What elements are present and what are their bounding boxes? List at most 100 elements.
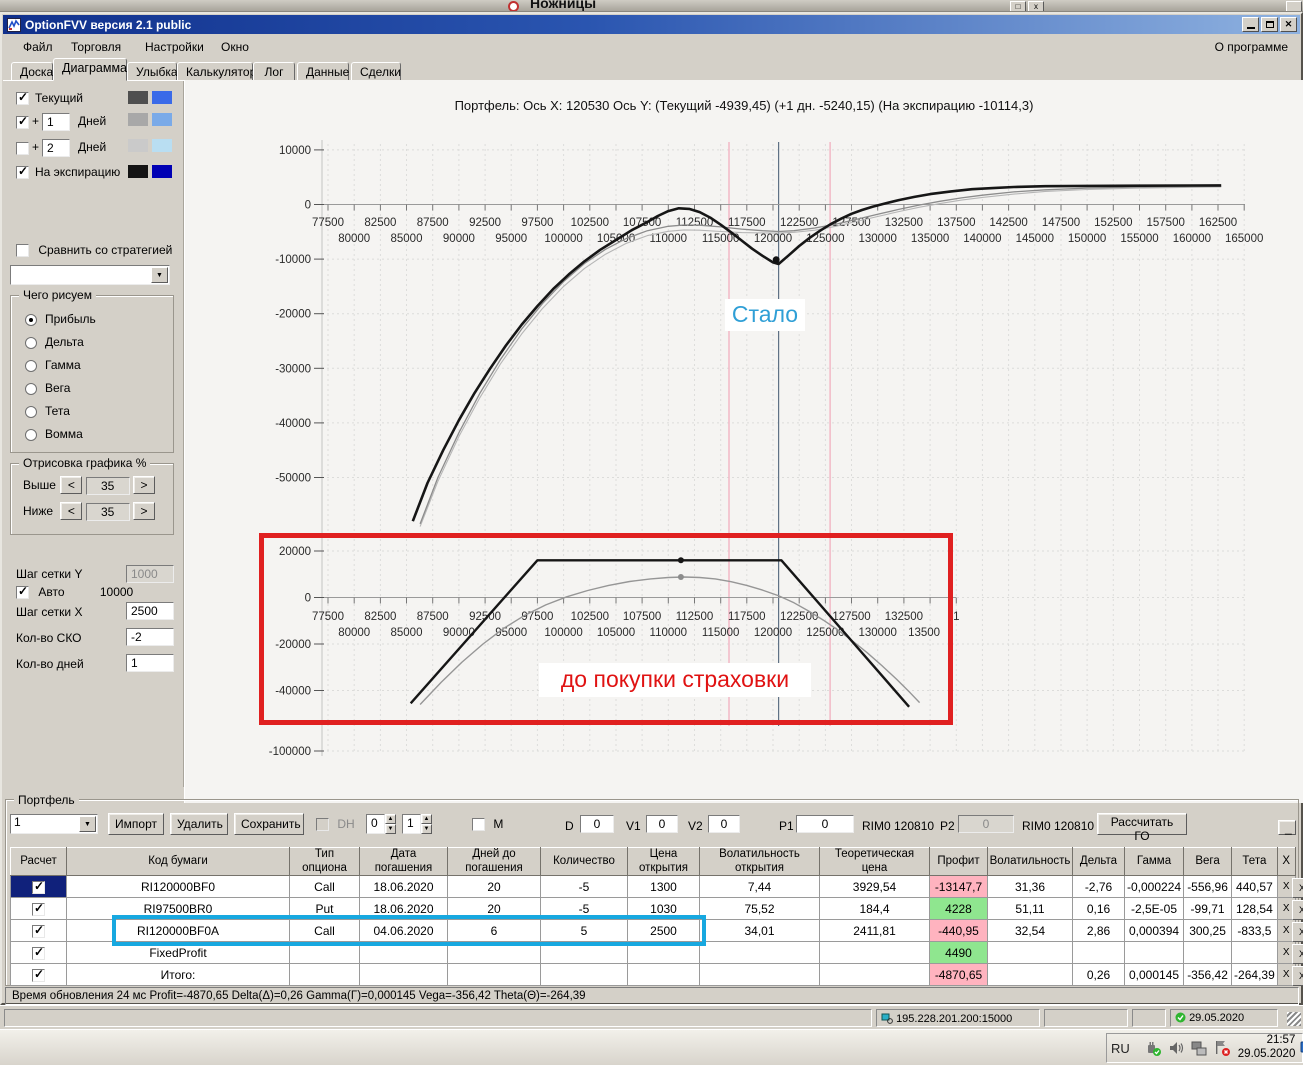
series-checkbox-3[interactable]: ✓ [16,164,29,180]
p2-field[interactable]: 0 [958,815,1014,833]
menu-about[interactable]: О программе [1215,40,1288,54]
render-0-decrease-button[interactable]: < [60,476,83,494]
col-header-1[interactable]: Код бумаги [66,847,290,876]
maximize-button[interactable] [1261,17,1278,32]
render-0-increase-button[interactable]: > [133,476,156,494]
tab-Улыбка[interactable]: Улыбка [127,62,178,81]
menu-item-2[interactable]: Настройки [139,38,210,56]
days-shift-field-1[interactable]: 1 [42,113,71,131]
portfolio-preset-dropdown[interactable]: 1 ▼ [10,814,98,834]
flag-icon[interactable] [1213,1039,1231,1057]
col-header-0[interactable]: Расчет [10,847,67,876]
tab-Данные[interactable]: Данные [297,62,349,81]
render-1-increase-button[interactable]: > [133,502,156,520]
small-minimize-button[interactable]: _ [1278,820,1296,835]
render-1-value[interactable]: 35 [85,502,130,521]
col-header-9[interactable]: Профит [929,847,988,876]
draw-option-Тета[interactable]: Тета [25,404,70,418]
edge-x-button[interactable]: X [1292,878,1303,898]
spin-2-up-icon[interactable]: ▲ [421,814,432,824]
language-indicator[interactable]: RU [1111,1041,1130,1056]
col-header-4[interactable]: Дней до погашения [447,847,541,876]
spin-1-field[interactable]: 0 [366,814,385,834]
grid-y-field[interactable]: 1000 [126,565,174,583]
menu-item-1[interactable]: Торговля [65,38,127,56]
table-row[interactable]: ✓ RI97500BR0 Put 18.06.2020 20 -5 1030 75,52 184… [10,897,1296,920]
save-button[interactable]: Сохранить [234,813,304,835]
series-checkbox-1[interactable]: ✓ [16,114,29,129]
speaker-icon[interactable] [1167,1039,1185,1057]
edge-x-button[interactable]: X [1292,944,1303,964]
spin-2-down-icon[interactable]: ▼ [421,824,432,834]
table-row[interactable]: ✓ Итого: -4870,65 0,26 0,000145 -356,42 -264,3… [10,963,1296,986]
col-header-10[interactable]: Волатильность [987,847,1073,876]
series-checkbox-0[interactable]: ✓ [16,90,29,106]
draw-option-Вомма[interactable]: Вомма [25,427,83,441]
edge-x-button[interactable]: X [1292,900,1303,920]
auto-checkbox[interactable]: ✓ [16,584,29,600]
col-header-3[interactable]: Дата погашения [359,847,448,876]
dh-checkbox[interactable] [316,818,329,832]
days-count-field[interactable]: 1 [126,654,174,672]
col-header-11[interactable]: Дельта [1072,847,1125,876]
tab-Доска[interactable]: Доска [11,62,53,81]
network-icon[interactable] [1190,1039,1208,1057]
table-row[interactable]: ✓ RI120000BF0 Call 18.06.2020 20 -5 1300 7,44 39… [10,875,1296,898]
grid-x-field[interactable]: 2500 [126,602,174,620]
series-checkbox-2[interactable] [16,141,29,155]
bg-maximize-button[interactable]: □ [1010,1,1026,11]
spin-1-down-icon[interactable]: ▼ [385,824,396,834]
d-field[interactable]: 0 [580,815,614,833]
col-header-14[interactable]: Тета [1231,847,1278,876]
row-calc-checkbox[interactable]: ✓ [32,879,45,894]
titlebar[interactable]: OptionFVV версия 2.1 public ✕ [3,15,1300,34]
col-header-7[interactable]: Волатильность открытия [699,847,820,876]
row-calc-checkbox[interactable]: ✓ [32,967,45,982]
bg-partial-button[interactable] [1286,1,1302,11]
col-header-6[interactable]: Цена открытия [627,847,700,876]
clock[interactable]: 21:57 29.05.2020 [1238,1034,1296,1062]
p1-field[interactable]: 0 [796,815,854,833]
row-calc-checkbox[interactable]: ✓ [32,945,45,960]
row-calc-checkbox[interactable]: ✓ [32,901,45,916]
row-calc-checkbox[interactable]: ✓ [32,923,45,938]
calc-go-button[interactable]: Рассчитать ГО [1097,813,1187,843]
spin-1-up-icon[interactable]: ▲ [385,814,396,824]
col-header-15[interactable]: X [1276,847,1296,876]
tab-Лог[interactable]: Лог [253,62,295,81]
edge-x-button[interactable]: X [1292,922,1303,942]
strategy-dropdown[interactable]: ▼ [10,265,170,285]
table-row[interactable]: ✓ RI120000BF0A Call 04.06.2020 6 5 2500 34,01 24… [10,919,1296,942]
table-row[interactable]: ✓ FixedProfit 4490 X [10,941,1296,964]
sko-field[interactable]: -2 [126,628,174,646]
resize-grip[interactable] [1287,1012,1301,1026]
draw-option-Гамма[interactable]: Гамма [25,358,81,372]
col-header-8[interactable]: Теоретическая цена [819,847,930,876]
render-1-decrease-button[interactable]: < [60,502,83,520]
v2-field[interactable]: 0 [708,815,740,833]
menu-item-0[interactable]: Файл [17,38,59,56]
delete-button[interactable]: Удалить [170,813,228,835]
draw-option-Дельта[interactable]: Дельта [25,335,84,349]
spin-2-field[interactable]: 1 [402,814,421,834]
days-shift-field-2[interactable]: 2 [42,139,71,157]
tab-Сделки[interactable]: Сделки [351,62,401,81]
col-header-5[interactable]: Количество [540,847,628,876]
menu-item-3[interactable]: Окно [215,38,255,56]
edge-x-button[interactable]: X [1292,966,1303,986]
compare-strategy-checkbox[interactable] [16,244,29,258]
tab-Диаграмма[interactable]: Диаграмма [53,58,127,81]
m-checkbox[interactable] [472,818,485,832]
render-0-value[interactable]: 35 [85,476,130,495]
import-button[interactable]: Импорт [108,813,164,835]
col-header-13[interactable]: Вега [1183,847,1233,876]
bg-close-button[interactable]: x [1028,1,1044,11]
col-header-12[interactable]: Гамма [1123,847,1185,876]
minimize-button[interactable] [1242,17,1259,32]
draw-option-Вега[interactable]: Вега [25,381,70,395]
chevron-down-icon[interactable]: ▼ [151,267,168,283]
draw-option-Прибыль[interactable]: Прибыль [25,312,96,326]
v1-field[interactable]: 0 [646,815,678,833]
close-button[interactable]: ✕ [1280,17,1297,32]
tab-Калькулятор[interactable]: Калькулятор [177,62,256,81]
